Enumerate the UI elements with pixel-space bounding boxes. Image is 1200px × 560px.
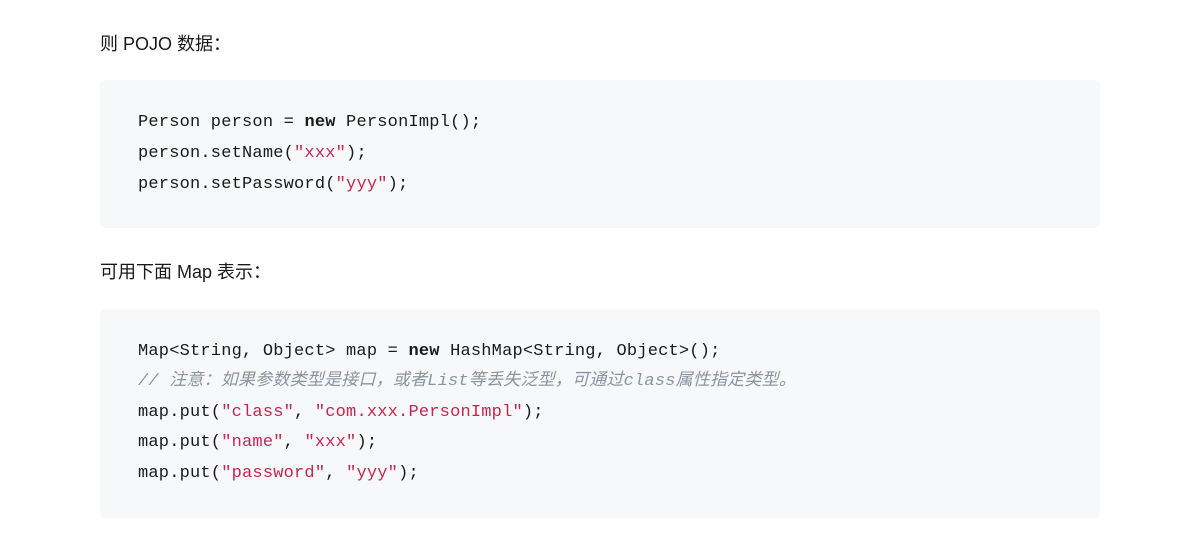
code-line: map.put("name", "xxx"); xyxy=(138,428,1062,459)
code-token-normal: HashMap<String, Object>(); xyxy=(440,342,721,361)
code-token-normal: ); xyxy=(523,403,544,422)
code-token-string: "xxx" xyxy=(294,144,346,163)
code-token-string: "com.xxx.PersonImpl" xyxy=(315,403,523,422)
code-token-normal: person.setPassword( xyxy=(138,175,336,194)
code-block-pojo: Person person = new PersonImpl();person.… xyxy=(100,80,1100,228)
paragraph-pojo: 则 POJO 数据： xyxy=(100,28,1100,60)
code-token-normal: , xyxy=(325,464,346,483)
code-line: Map<String, Object> map = new HashMap<St… xyxy=(138,337,1062,368)
code-token-normal: Person person = xyxy=(138,113,304,132)
code-token-normal: , xyxy=(284,433,305,452)
code-line: person.setName("xxx"); xyxy=(138,139,1062,170)
document-content: 则 POJO 数据： Person person = new PersonImp… xyxy=(0,28,1200,518)
code-token-normal: ); xyxy=(346,144,367,163)
code-line: map.put("password", "yyy"); xyxy=(138,459,1062,490)
paragraph-map: 可用下面 Map 表示： xyxy=(100,256,1100,288)
code-token-normal: ); xyxy=(398,464,419,483)
code-token-normal: PersonImpl(); xyxy=(336,113,482,132)
code-line: person.setPassword("yyy"); xyxy=(138,170,1062,201)
code-token-normal: person.setName( xyxy=(138,144,294,163)
code-token-comment: // 注意：如果参数类型是接口，或者List等丢失泛型，可通过class属性指定… xyxy=(138,372,796,391)
code-token-string: "xxx" xyxy=(304,433,356,452)
code-token-normal: , xyxy=(294,403,315,422)
code-token-string: "class" xyxy=(221,403,294,422)
code-token-normal: map.put( xyxy=(138,433,221,452)
code-token-keyword: new xyxy=(304,113,335,132)
code-block-map: Map<String, Object> map = new HashMap<St… xyxy=(100,309,1100,518)
code-token-string: "password" xyxy=(221,464,325,483)
code-token-string: "yyy" xyxy=(346,464,398,483)
code-token-normal: map.put( xyxy=(138,403,221,422)
code-token-normal: Map<String, Object> map = xyxy=(138,342,408,361)
code-token-normal: ); xyxy=(388,175,409,194)
code-token-normal: ); xyxy=(356,433,377,452)
code-line: // 注意：如果参数类型是接口，或者List等丢失泛型，可通过class属性指定… xyxy=(138,367,1062,398)
code-token-string: "yyy" xyxy=(336,175,388,194)
code-line: map.put("class", "com.xxx.PersonImpl"); xyxy=(138,398,1062,429)
code-token-keyword: new xyxy=(408,342,439,361)
code-token-normal: map.put( xyxy=(138,464,221,483)
code-token-string: "name" xyxy=(221,433,283,452)
code-line: Person person = new PersonImpl(); xyxy=(138,108,1062,139)
